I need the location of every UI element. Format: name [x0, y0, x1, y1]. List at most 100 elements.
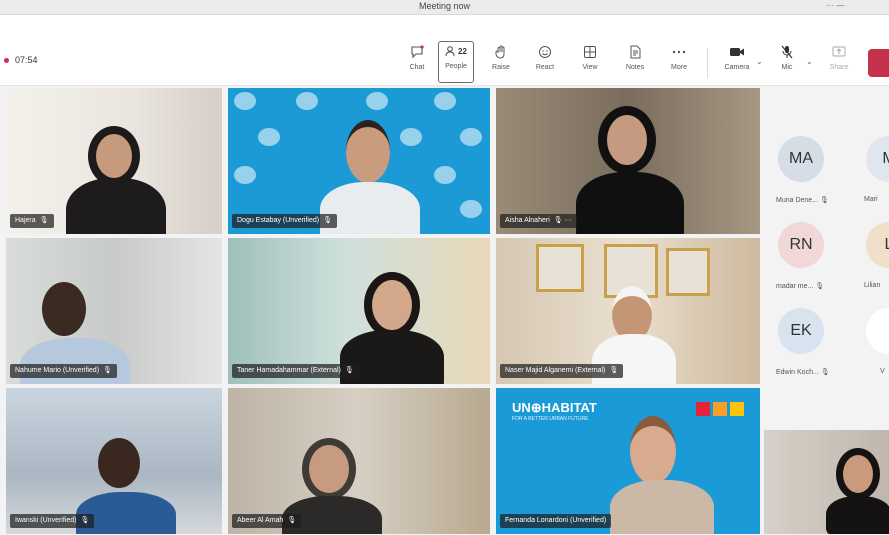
participant-name: Taner Hamadahammar (External) — [237, 367, 341, 374]
avatar-label: Mari — [864, 196, 878, 203]
more-button[interactable]: More — [662, 43, 696, 83]
more-label: More — [671, 64, 687, 71]
camera-button[interactable]: Camera — [720, 43, 754, 83]
video-stage: Hajera 🎙 Dogu Estabay (Unverified) 🎙 Ais… — [0, 86, 889, 535]
mic-label: Mic — [781, 64, 793, 71]
video-tile-active-speaker[interactable]: UN⊕HABITAT FOR A BETTER URBAN FUTURE Fer… — [496, 388, 760, 534]
sdg-logos — [696, 402, 744, 416]
participant-name: Dogu Estabay (Unverified) — [237, 217, 320, 224]
participant-name-tag: Aisha Alnaheri 🎙 ··· — [500, 214, 577, 228]
participant-name: Fernanda Lonardoni (Unverified) — [505, 517, 607, 524]
mic-muted-icon: 🎙 ··· — [553, 217, 572, 224]
meeting-timer: 07:54 — [4, 55, 38, 65]
raise-hand-icon — [495, 43, 507, 61]
avatar-initials: L — [885, 236, 889, 254]
title-bar: Meeting now ··· — — [0, 0, 889, 15]
video-tile[interactable]: Taner Hamadahammar (External) 🎙 — [228, 238, 490, 384]
participant-name-tag: Dogu Estabay (Unverified) 🎙 — [232, 214, 337, 228]
share-screen-icon — [832, 43, 846, 61]
avatar-initials: EK — [790, 322, 812, 339]
video-tile[interactable]: Abeer Al Amah 🎙 — [228, 388, 490, 534]
un-emblem-icon — [366, 92, 388, 110]
video-tile[interactable]: Aisha Alnaheri 🎙 ··· — [496, 88, 760, 234]
mic-muted-icon: 🎙 — [609, 367, 619, 374]
avatar-initials: MA — [789, 150, 813, 167]
un-emblem-icon — [460, 128, 482, 146]
people-label: People — [445, 63, 467, 70]
camera-options-chevron-down-icon[interactable]: ⌄ — [756, 57, 763, 66]
video-tile[interactable]: Hajera 🎙 — [6, 88, 222, 234]
participant-name: Naser Majid Alganemi (External) — [505, 367, 606, 374]
un-emblem-icon — [434, 166, 456, 184]
avatar-label: V — [880, 368, 885, 375]
un-emblem-icon — [296, 92, 318, 110]
share-button[interactable]: Share — [822, 43, 856, 83]
video-tile[interactable]: Naser Majid Alganemi (External) 🎙 — [496, 238, 760, 384]
video-tile[interactable]: Dogu Estabay (Unverified) 🎙 — [228, 88, 490, 234]
mic-button[interactable]: Mic — [770, 43, 804, 83]
un-emblem-icon — [434, 92, 456, 110]
video-tile[interactable]: Iwanski (Unverified) 🎙 — [6, 388, 222, 534]
participant-name: Hajera — [15, 217, 36, 224]
participant-name-tag: Taner Hamadahammar (External) 🎙 — [232, 364, 359, 378]
grid-view-icon — [583, 43, 597, 61]
camera-label: Camera — [724, 64, 750, 71]
avatar[interactable]: MA — [778, 136, 824, 182]
avatar[interactable]: M — [866, 136, 889, 182]
notes-label: Notes — [625, 64, 645, 71]
window-title: Meeting now — [418, 1, 471, 11]
participant-name-tag: Naser Majid Alganemi (External) 🎙 — [500, 364, 624, 378]
avatar[interactable]: L — [866, 222, 889, 268]
people-button[interactable]: 22 People — [438, 41, 474, 83]
notes-icon — [629, 43, 641, 61]
participant-name-tag: Fernanda Lonardoni (Unverified) — [500, 514, 612, 528]
mic-options-chevron-down-icon[interactable]: ⌄ — [806, 57, 813, 66]
people-icon: 22 — [445, 42, 467, 60]
participant-name-tag: Nahume Mario (Unverified) 🎙 — [10, 364, 117, 378]
timer-text: 07:54 — [15, 55, 38, 65]
un-emblem-icon — [234, 166, 256, 184]
avatar[interactable] — [866, 308, 889, 354]
mic-muted-icon: 🎙 — [80, 517, 90, 524]
leave-button[interactable] — [868, 49, 889, 77]
teams-meeting-window: Meeting now ··· — 07:54 Chat 22 People R… — [0, 0, 889, 535]
mic-muted-icon: 🎙 — [39, 217, 49, 224]
mic-muted-icon: 🎙 — [103, 367, 112, 374]
un-emblem-icon — [460, 200, 482, 218]
mic-muted-icon: 🎙 — [344, 367, 354, 374]
un-habitat-tagline: FOR A BETTER URBAN FUTURE — [512, 416, 589, 422]
view-button[interactable]: View — [573, 43, 607, 83]
raise-hand-button[interactable]: Raise — [484, 43, 518, 83]
participant-name: Abeer Al Amah — [237, 517, 284, 524]
avatar-initials: M — [882, 150, 889, 167]
participant-name-tag: Abeer Al Amah 🎙 — [232, 514, 302, 528]
un-emblem-icon — [400, 128, 422, 146]
participant-name: Iwanski (Unverified) — [15, 517, 77, 524]
avatar-label: madar me... 🎙 — [776, 283, 825, 290]
participant-roster: MA Muna Dene... 🎙 M Mari RN madar me... … — [762, 86, 889, 431]
participant-name-tag: Iwanski (Unverified) 🎙 — [10, 514, 95, 528]
window-controls[interactable]: ··· — — [826, 1, 844, 10]
chat-label: Chat — [409, 64, 425, 71]
smiley-icon — [538, 43, 552, 61]
view-label: View — [582, 64, 598, 71]
meeting-toolbar: 07:54 Chat 22 People Raise React View No… — [0, 15, 889, 86]
avatar[interactable]: RN — [778, 222, 824, 268]
mic-muted-icon: 🎙 — [323, 217, 332, 224]
video-tile[interactable]: Nahume Mario (Unverified) 🎙 — [6, 238, 222, 384]
portrait-frame — [536, 244, 584, 292]
notes-button[interactable]: Notes — [618, 43, 652, 83]
avatar[interactable]: EK — [778, 308, 824, 354]
people-count: 22 — [458, 46, 467, 56]
participant-name-tag: Hajera 🎙 — [10, 214, 54, 228]
participant-name: Aisha Alnaheri — [505, 217, 550, 224]
un-emblem-icon — [258, 128, 280, 146]
avatar-label: Lilian — [864, 282, 881, 289]
avatar-initials: RN — [789, 236, 813, 253]
mic-muted-icon: 🎙 — [287, 517, 297, 524]
react-button[interactable]: React — [528, 43, 562, 83]
self-view-tile[interactable] — [764, 430, 889, 534]
participant-name: Nahume Mario (Unverified) — [15, 367, 100, 374]
toolbar-divider — [707, 48, 708, 78]
chat-button[interactable]: Chat — [400, 43, 434, 83]
